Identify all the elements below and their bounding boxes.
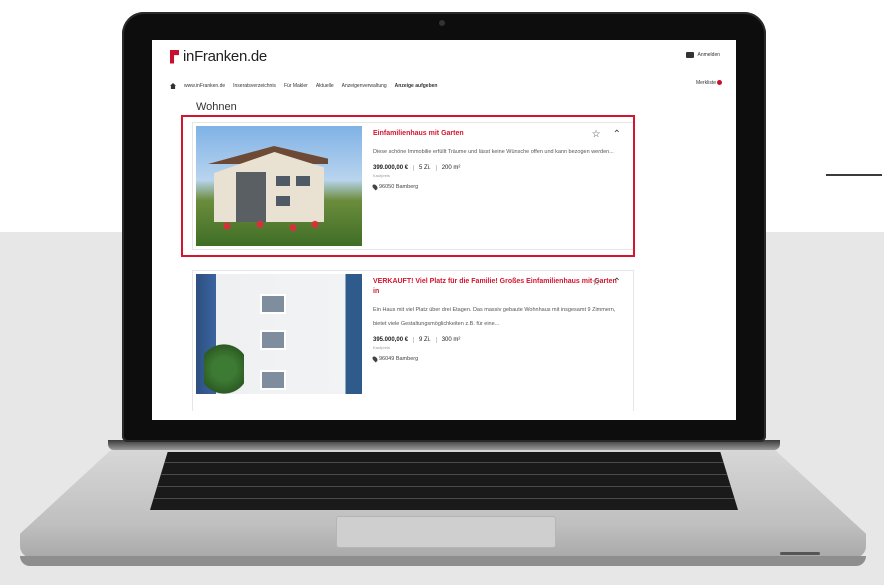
merkliste-label: Merkliste (695, 80, 716, 86)
listing-photo[interactable] (196, 274, 362, 394)
camera-icon (439, 20, 445, 26)
listing-rooms: 9 Zi. (419, 337, 437, 343)
nav-item[interactable]: Für Makler (284, 83, 308, 89)
logo-text: inFranken.de (183, 48, 267, 65)
listing-title[interactable]: VERKAUFT! Viel Platz für die Familie! Gr… (373, 277, 623, 297)
star-icon[interactable]: ☆ (592, 277, 601, 288)
decorative-line (826, 174, 882, 176)
nav-item[interactable]: Aktuelle (316, 83, 334, 89)
login-label: Anmelden (697, 52, 720, 58)
house-window (260, 330, 286, 350)
tree (204, 334, 244, 394)
laptop-trackpad (336, 516, 556, 548)
listing-info: VERKAUFT! Viel Platz für die Familie! Gr… (371, 277, 623, 363)
merkliste-button[interactable]: Merkliste (696, 80, 722, 86)
house-window (260, 294, 286, 314)
section-title: Wohnen (196, 101, 237, 113)
key-row (150, 474, 738, 475)
key-row (150, 486, 738, 487)
notification-badge (717, 80, 722, 85)
location-text: 96049 Bamberg (379, 356, 419, 362)
listing-price: 395.000,00 € (373, 337, 415, 343)
laptop-lid: inFranken.de Anmelden www.inFranken.de I… (122, 12, 766, 442)
laptop-screen: inFranken.de Anmelden www.inFranken.de I… (152, 40, 736, 420)
nav-item-place-ad[interactable]: Anzeige aufgeben (395, 83, 438, 89)
listing-area: 300 m² (441, 337, 461, 343)
house-window (260, 370, 286, 390)
chevron-up-icon[interactable]: ⌃ (613, 277, 621, 288)
listing-location: 96049 Bamberg (371, 355, 623, 363)
main-nav: www.inFranken.de Inseratsverzeichnis Für… (170, 80, 726, 92)
laptop-indicator (780, 552, 820, 555)
highlight-frame (181, 115, 635, 257)
logo-icon (170, 49, 179, 64)
site-header: inFranken.de Anmelden (152, 40, 736, 70)
login-button[interactable]: Anmelden (686, 52, 720, 58)
nav-item[interactable]: Inseratsverzeichnis (233, 83, 276, 89)
listing-actions: ☆ ⌃ (592, 277, 621, 288)
key-row (150, 498, 738, 499)
price-type: Kaufpreis (373, 345, 390, 350)
home-icon[interactable] (170, 83, 176, 89)
listing-card[interactable]: VERKAUFT! Viel Platz für die Familie! Gr… (192, 270, 634, 411)
laptop-keyboard (150, 452, 738, 510)
nav-item[interactable]: Anzeigenverwaltung (342, 83, 387, 89)
listing-description: Ein Haus mit viel Platz über drei Etagen… (373, 307, 616, 327)
laptop-front-edge (20, 556, 866, 566)
user-icon (686, 52, 695, 58)
site-logo[interactable]: inFranken.de (170, 48, 267, 65)
nav-item[interactable]: www.inFranken.de (184, 83, 225, 89)
listing-facts: 395.000,00 € 9 Zi. 300 m² (373, 337, 623, 343)
key-row (150, 462, 738, 463)
location-pin-icon (371, 355, 379, 363)
